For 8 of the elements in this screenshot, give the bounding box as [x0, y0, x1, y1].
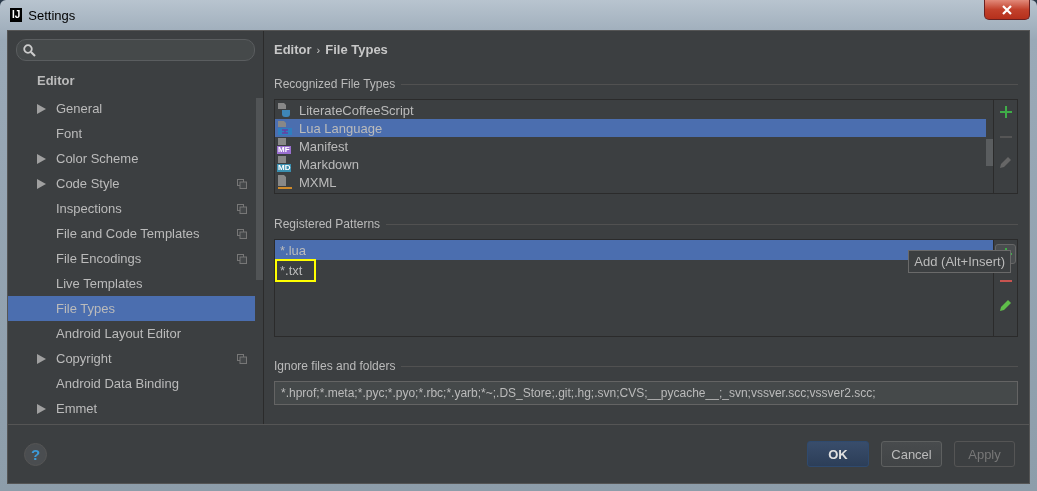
tooltip: Add (Alt+Insert) [908, 250, 1011, 273]
group-title: Registered Patterns [274, 217, 381, 231]
breadcrumb-separator: › [316, 44, 321, 56]
group-title: Ignore files and folders [274, 359, 396, 373]
app-logo: IJ [10, 8, 23, 22]
window-title: Settings [28, 7, 76, 23]
section-heading: Editor [36, 72, 76, 89]
group-title: Recognized File Types [274, 77, 396, 91]
